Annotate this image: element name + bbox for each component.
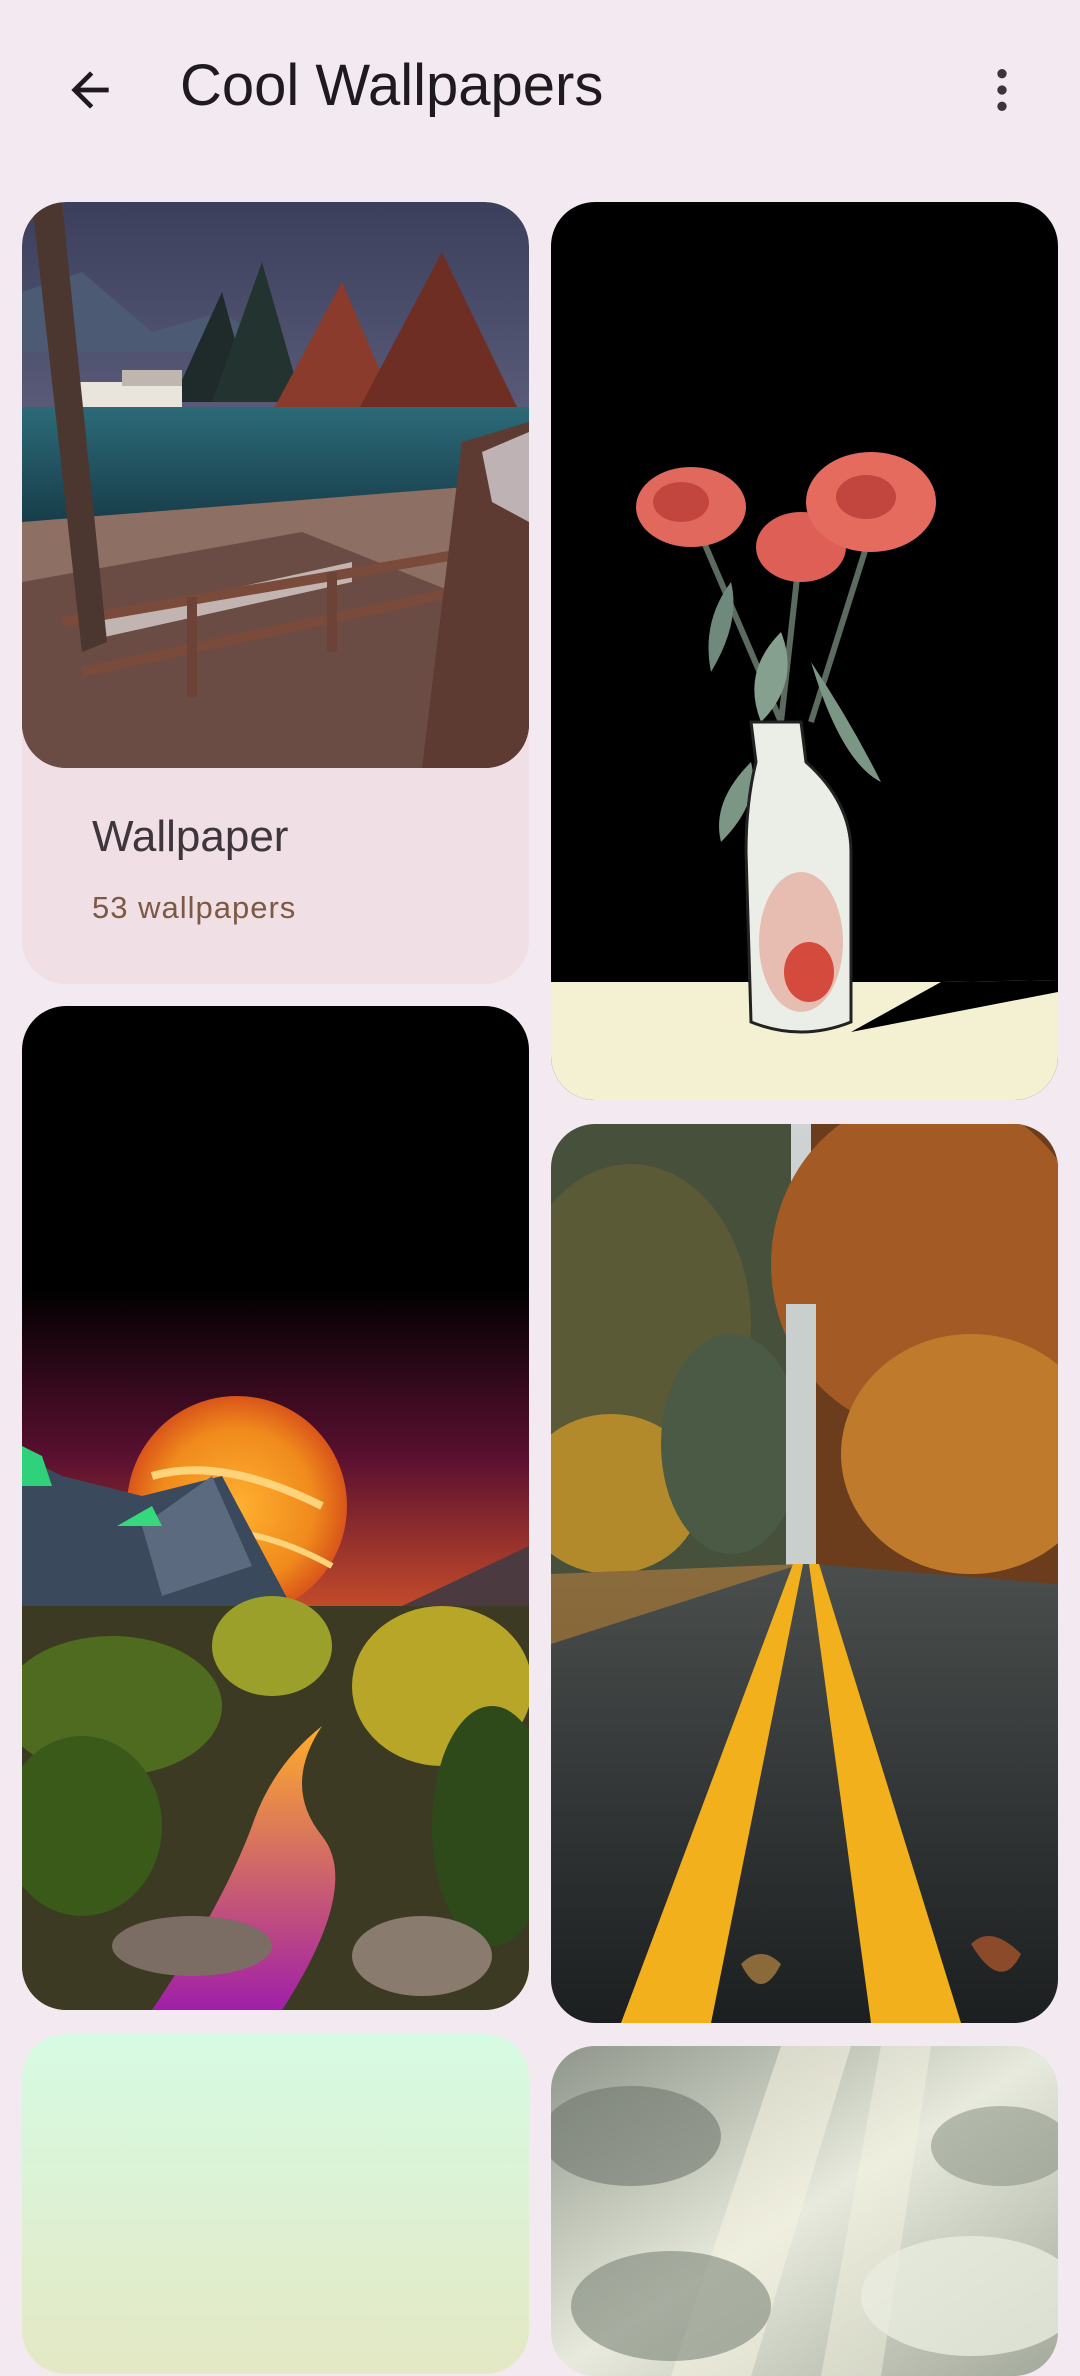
wallpaper-tile[interactable] — [551, 1124, 1058, 2023]
page-title: Cool Wallpapers — [180, 53, 604, 118]
wallpaper-image — [551, 2046, 1058, 2376]
top-app-bar: Cool Wallpapers — [0, 0, 1080, 180]
wallpaper-image — [22, 1006, 529, 2010]
wallpaper-tile[interactable] — [22, 1006, 529, 2010]
more-options-button[interactable] — [958, 46, 1046, 134]
wallpaper-tile[interactable] — [22, 2034, 529, 2374]
wallpaper-image — [22, 2034, 529, 2374]
wallpaper-tile[interactable] — [551, 2046, 1058, 2376]
wallpaper-image — [551, 1124, 1058, 2023]
more-vert-icon — [997, 69, 1007, 111]
wallpaper-tile[interactable] — [551, 202, 1058, 1100]
collection-title: Wallpaper — [92, 812, 289, 861]
wallpaper-image — [551, 202, 1058, 1100]
collection-thumbnail — [22, 202, 529, 768]
arrow-back-icon — [71, 71, 109, 109]
back-button[interactable] — [46, 46, 134, 134]
collection-card[interactable]: Wallpaper 53 wallpapers — [22, 202, 529, 984]
collection-count: 53 wallpapers — [92, 890, 297, 925]
